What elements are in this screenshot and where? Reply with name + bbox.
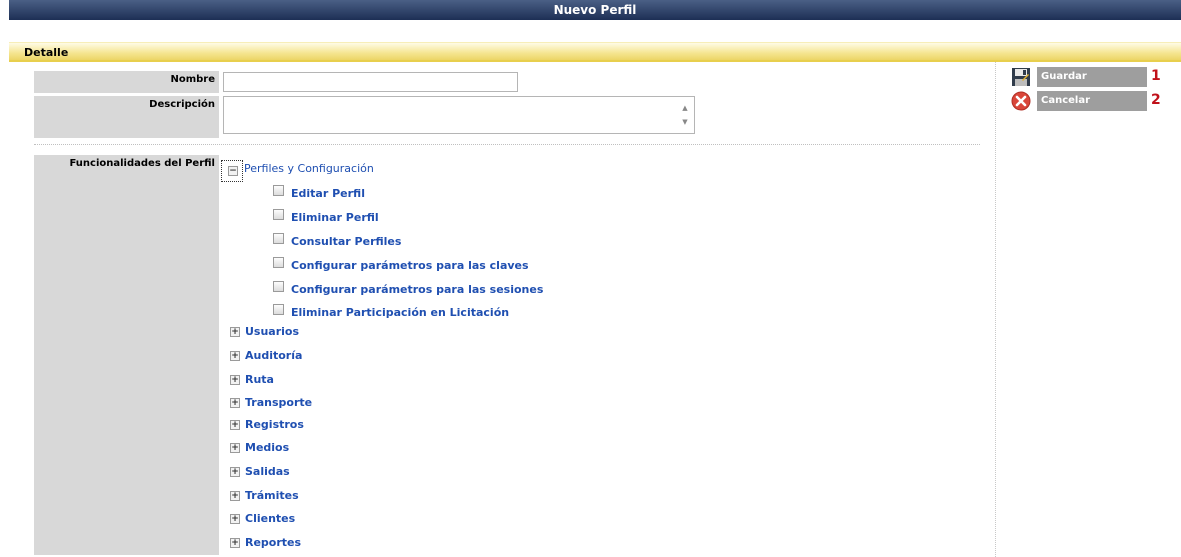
form-divider xyxy=(34,144,980,145)
descripcion-label: Descripción xyxy=(149,99,215,110)
tree-node-label[interactable]: Salidas xyxy=(245,465,290,478)
cancelar-number: 2 xyxy=(1151,92,1161,108)
nombre-label: Nombre xyxy=(170,74,215,85)
tree-node-label[interactable]: Usuarios xyxy=(245,325,299,338)
permission-label[interactable]: Eliminar Perfil xyxy=(291,211,379,224)
nombre-input[interactable] xyxy=(223,72,518,92)
expand-icon[interactable]: + xyxy=(230,538,240,548)
tree-node-label[interactable]: Medios xyxy=(245,441,289,454)
textarea-scroll-arrows[interactable]: ▲ ▼ xyxy=(679,101,691,129)
permission-label[interactable]: Editar Perfil xyxy=(291,187,365,200)
window-title-bar: Nuevo Perfil xyxy=(9,0,1181,20)
tree-node-label[interactable]: Auditoría xyxy=(245,349,302,362)
descripcion-textarea[interactable]: ▲ ▼ xyxy=(223,96,695,134)
guardar-button-label: Guardar xyxy=(1041,71,1087,82)
tree-node-label[interactable]: Ruta xyxy=(245,373,274,386)
tree-node-label[interactable]: Transporte xyxy=(245,396,312,409)
guardar-number: 1 xyxy=(1151,68,1161,84)
expand-icon[interactable]: + xyxy=(230,375,240,385)
permission-checkbox[interactable] xyxy=(273,281,284,292)
permission-checkbox[interactable] xyxy=(273,185,284,196)
permission-checkbox[interactable] xyxy=(273,304,284,315)
section-header-detalle: Detalle xyxy=(9,42,1181,62)
guardar-button[interactable]: Guardar xyxy=(1037,67,1147,87)
nombre-label-cell: Nombre xyxy=(34,71,219,93)
section-title: Detalle xyxy=(24,46,69,59)
permission-label[interactable]: Configurar parámetros para las sesiones xyxy=(291,283,543,296)
cancelar-button-label: Cancelar xyxy=(1041,95,1091,106)
tree-node-label[interactable]: Registros xyxy=(245,418,304,431)
tree-node-label[interactable]: Clientes xyxy=(245,512,295,525)
actions-divider xyxy=(995,62,996,557)
permission-label[interactable]: Eliminar Participación en Licitación xyxy=(291,306,509,319)
cancelar-button[interactable]: Cancelar xyxy=(1037,91,1147,111)
expand-icon[interactable]: + xyxy=(230,467,240,477)
expand-icon[interactable]: + xyxy=(230,398,240,408)
permission-label[interactable]: Configurar parámetros para las claves xyxy=(291,259,529,272)
expand-icon[interactable]: + xyxy=(230,491,240,501)
expand-icon[interactable]: + xyxy=(230,351,240,361)
expand-icon[interactable]: + xyxy=(230,420,240,430)
permission-checkbox[interactable] xyxy=(273,209,284,220)
tree-node-label[interactable]: Trámites xyxy=(245,489,299,502)
expand-icon[interactable]: + xyxy=(230,514,240,524)
permission-checkbox[interactable] xyxy=(273,257,284,268)
collapse-icon[interactable]: − xyxy=(228,166,238,176)
window-title: Nuevo Perfil xyxy=(553,3,637,17)
expand-icon[interactable]: + xyxy=(230,327,240,337)
permission-label[interactable]: Consultar Perfiles xyxy=(291,235,401,248)
cancel-x-icon[interactable] xyxy=(1011,91,1031,111)
expand-icon[interactable]: + xyxy=(230,443,240,453)
floppy-disk-icon[interactable] xyxy=(1011,67,1031,87)
tree-node-perfiles-configuracion[interactable]: Perfiles y Configuración xyxy=(244,162,374,175)
funcionalidades-label-cell: Funcionalidades del Perfil xyxy=(34,155,219,555)
funcionalidades-label: Funcionalidades del Perfil xyxy=(69,158,215,169)
descripcion-label-cell: Descripción xyxy=(34,96,219,138)
permission-checkbox[interactable] xyxy=(273,233,284,244)
tree-node-label[interactable]: Reportes xyxy=(245,536,301,549)
